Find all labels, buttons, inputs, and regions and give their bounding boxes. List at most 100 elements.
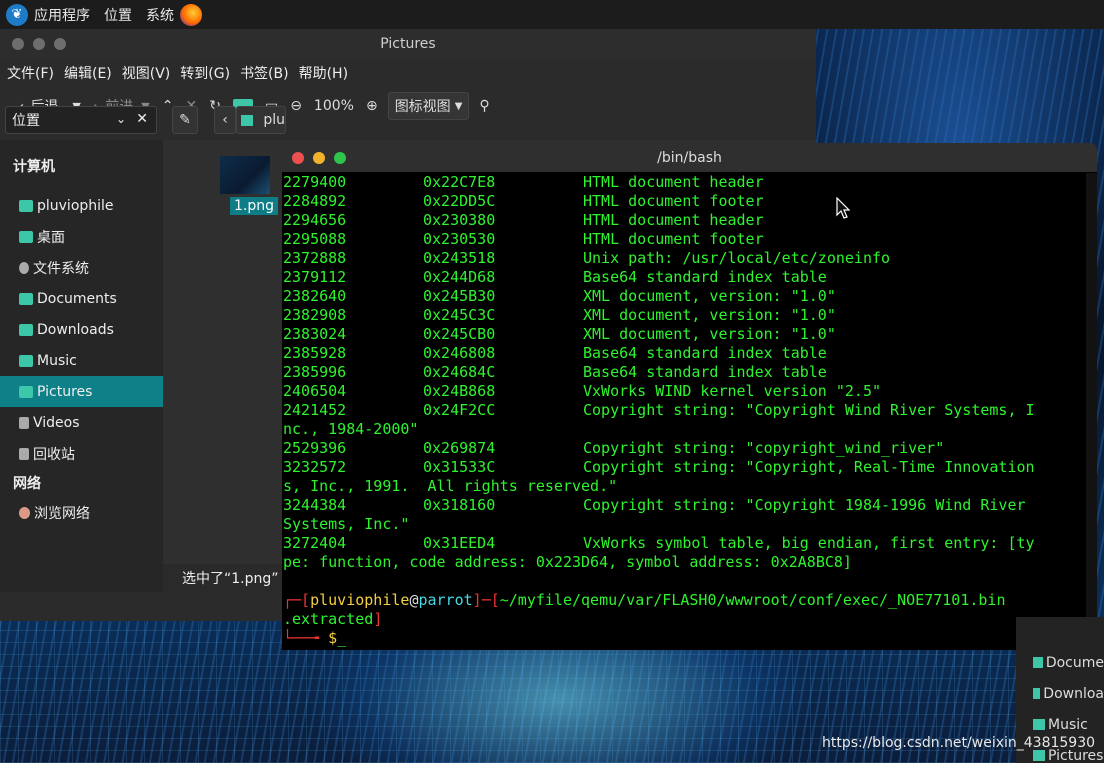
- description: HTML document footer: [583, 230, 764, 248]
- offset-hex: 0x230530: [423, 230, 496, 248]
- sidebar-item-videos[interactable]: Videos: [0, 407, 163, 438]
- mouse-pointer-icon: [836, 197, 850, 219]
- sidebar-item-label: 文件系统: [33, 260, 89, 277]
- close-icon[interactable]: ✕: [136, 111, 148, 127]
- top-panel: ❦ 应用程序 位置 系统: [0, 0, 1104, 29]
- sidebar-item-label: pluviophile: [37, 197, 114, 214]
- folder-icon: [19, 323, 33, 336]
- offset-decimal: 2529396: [283, 439, 347, 457]
- terminal-line: 3232572 0x31533C Copyright string: "Copyri…: [283, 458, 1086, 477]
- panel-menu-applications[interactable]: 应用程序: [34, 5, 90, 25]
- description: Copyright string: "Copyright 1984-1996 W…: [583, 496, 1026, 514]
- offset-hex: 0x22C7E8: [423, 173, 496, 191]
- terminal-scrollbar[interactable]: [1086, 173, 1097, 650]
- terminal-cursor: _: [337, 629, 347, 647]
- film-icon: [19, 416, 29, 429]
- description: VxWorks WIND kernel version "2.5": [583, 382, 882, 400]
- edit-path-button[interactable]: ✎: [172, 106, 198, 134]
- menu-view[interactable]: 视图(V): [122, 63, 171, 83]
- prompt-user: pluviophile: [310, 591, 410, 609]
- terminal-window[interactable]: /bin/bash 2279400 0x22C7E8 HTML document h…: [282, 143, 1097, 650]
- firefox-icon[interactable]: [180, 3, 202, 26]
- offset-hex: 0x245B30: [423, 287, 496, 305]
- bg-sidebar-label: Downloa: [1043, 685, 1104, 702]
- prompt-arrow: └──╼: [283, 629, 329, 647]
- menu-help[interactable]: 帮助(H): [299, 63, 348, 83]
- folder-icon: [1033, 719, 1045, 730]
- panel-menu-system[interactable]: 系统: [146, 5, 174, 25]
- parrot-logo-icon[interactable]: ❦: [6, 3, 28, 26]
- path-segment-home[interactable]: plu: [236, 106, 286, 134]
- offset-decimal: 2421452: [283, 401, 347, 419]
- sidebar-item-label: 桌面: [37, 229, 65, 246]
- offset-decimal: 2385996: [283, 363, 347, 381]
- bg-sidebar-item-documents[interactable]: Docume: [1016, 647, 1104, 678]
- sidebar-item-label: Downloads: [37, 321, 114, 338]
- file-label[interactable]: 1.png: [230, 197, 279, 215]
- bg-sidebar-item-downloads[interactable]: Downloa: [1016, 678, 1104, 709]
- description: Copyright string: "Copyright, Real-Time …: [583, 458, 1035, 476]
- offset-decimal: 2382640: [283, 287, 347, 305]
- location-select[interactable]: 位置 ⌄ ✕: [5, 106, 157, 134]
- offset-hex: 0x24B868: [423, 382, 496, 400]
- path-segment-label: plu: [263, 112, 285, 128]
- terminal-line: 2406504 0x24B868 VxWorks WIND kernel versi…: [283, 382, 1086, 401]
- terminal-output[interactable]: 2279400 0x22C7E8 HTML document header 22848…: [283, 173, 1086, 648]
- offset-hex: 0x22DD5C: [423, 192, 496, 210]
- sidebar-item-filesystem[interactable]: 文件系统: [0, 252, 163, 283]
- image-thumbnail[interactable]: [220, 156, 270, 194]
- offset-decimal: 2295088: [283, 230, 347, 248]
- maximize-button[interactable]: [54, 38, 66, 50]
- offset-decimal: 3244384: [283, 496, 347, 514]
- offset-decimal: 2382908: [283, 306, 347, 324]
- network-icon: [19, 506, 30, 519]
- sidebar-item-downloads[interactable]: Downloads: [0, 314, 163, 345]
- file-manager-titlebar[interactable]: Pictures: [0, 29, 816, 59]
- status-text: 选中了“1.png” (: [182, 571, 289, 587]
- sidebar-item-label: Music: [37, 352, 77, 369]
- terminal-line: Systems, Inc.": [283, 515, 1086, 534]
- terminal-line: 2529396 0x269874 Copyright string: "copyri…: [283, 439, 1086, 458]
- description: Base64 standard index table: [583, 363, 827, 381]
- offset-decimal: 2379112: [283, 268, 347, 286]
- prompt-bracket: ┌─[: [283, 591, 311, 609]
- description: Copyright string: "Copyright Wind River …: [583, 401, 1035, 419]
- chevron-left-icon: ‹: [222, 112, 228, 128]
- terminal-line: 2382640 0x245B30 XML document, version: "1…: [283, 287, 1086, 306]
- menu-go[interactable]: 转到(G): [180, 63, 230, 83]
- bg-sidebar-label: Music: [1048, 716, 1088, 733]
- menu-file[interactable]: 文件(F): [7, 63, 54, 83]
- sidebar-item-music[interactable]: Music: [0, 345, 163, 376]
- location-select-label: 位置: [12, 113, 40, 129]
- prompt-input-line[interactable]: └──╼ $_: [283, 629, 1086, 648]
- menu-edit[interactable]: 编辑(E): [64, 63, 112, 83]
- sidebar-item-home[interactable]: pluviophile: [0, 190, 163, 221]
- panel-menu-places[interactable]: 位置: [104, 5, 132, 25]
- sidebar-item-trash[interactable]: 回收站: [0, 438, 163, 469]
- sidebar-item-documents[interactable]: Documents: [0, 283, 163, 314]
- terminal-line: 2385928 0x246808 Base64 standard index tab…: [283, 344, 1086, 363]
- offset-decimal: 2385928: [283, 344, 347, 362]
- bg-sidebar-label: Docume: [1045, 654, 1104, 671]
- terminal-line: nc., 1984-2000": [283, 420, 1086, 439]
- sidebar-header-computer: 计算机: [13, 159, 55, 175]
- folder-icon: [19, 385, 33, 398]
- sidebar-item-browse-network[interactable]: 浏览网络: [0, 497, 163, 528]
- terminal-line-wrap: s, Inc., 1991. All rights reserved.": [283, 477, 618, 495]
- menu-bookmarks[interactable]: 书签(B): [240, 63, 289, 83]
- home-folder-icon: [19, 199, 33, 212]
- sidebar-item-pictures[interactable]: Pictures: [0, 376, 163, 407]
- sidebar-item-desktop[interactable]: 桌面: [0, 221, 163, 252]
- terminal-line: 3272404 0x31EED4 VxWorks symbol table, big…: [283, 534, 1086, 553]
- terminal-titlebar[interactable]: /bin/bash: [282, 143, 1097, 172]
- desktop: ❦ 应用程序 位置 系统 Pictures 文件(F) 编辑(E) 视图(V) …: [0, 0, 1104, 763]
- prompt-line: ┌─[pluviophile@parrot]─[~/myfile/qemu/va…: [283, 591, 1086, 610]
- path-back-button[interactable]: ‹: [214, 106, 236, 134]
- terminal-line: pe: function, code address: 0x223D64, sy…: [283, 553, 1086, 572]
- offset-hex: 0x245C3C: [423, 306, 496, 324]
- minimize-button[interactable]: [33, 38, 45, 50]
- description: Base64 standard index table: [583, 344, 827, 362]
- close-button[interactable]: [12, 38, 24, 50]
- background-window-spacer: [1016, 617, 1104, 647]
